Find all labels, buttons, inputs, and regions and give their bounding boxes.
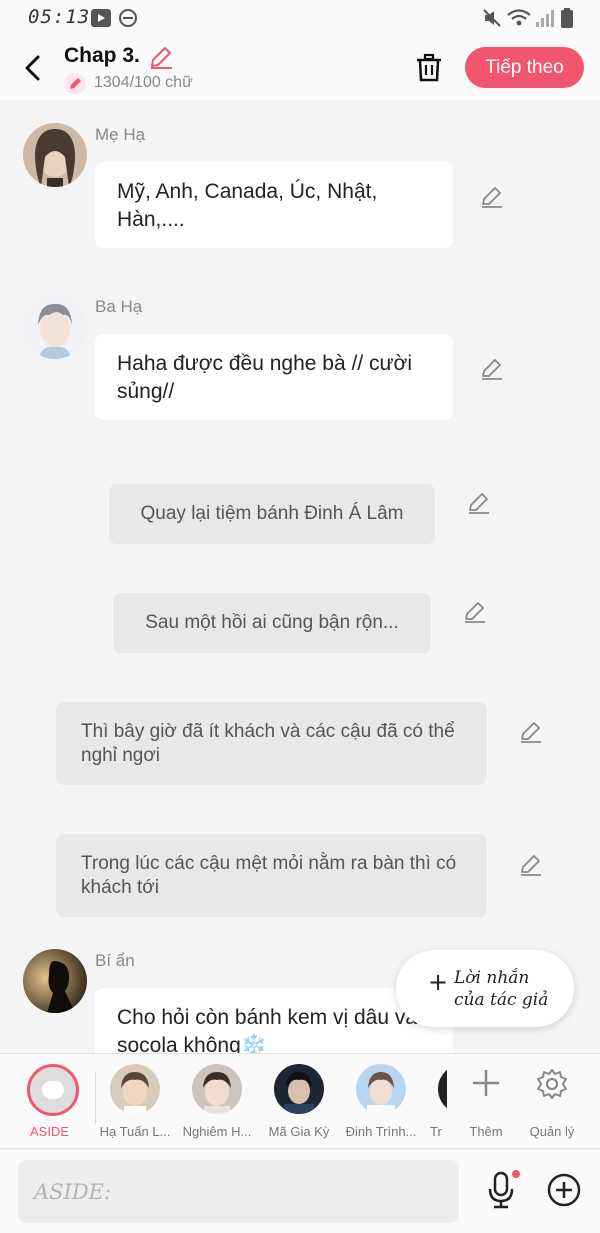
chat-bubble[interactable]: Haha được đều nghe bà // cười sủng// — [95, 334, 453, 420]
aside-button[interactable] — [27, 1064, 79, 1116]
character-name: Nghiêm H... — [182, 1124, 252, 1139]
add-circle-icon[interactable] — [546, 1172, 582, 1208]
edit-pencil-icon[interactable] — [479, 185, 505, 211]
word-count-pencil-icon — [64, 73, 86, 95]
narration-bubble[interactable]: Thì bây giờ đã ít khách và các cậu đã có… — [56, 702, 487, 785]
character-avatar — [438, 1064, 447, 1114]
input-placeholder: ASIDE: — [34, 1180, 112, 1204]
narration-bubble[interactable]: Quay lại tiệm bánh Đinh Á Lâm — [109, 484, 435, 544]
edit-pencil-icon[interactable] — [462, 600, 488, 626]
character-item[interactable]: Nghiêm H... — [177, 1064, 257, 1144]
character-item[interactable]: Hạ Tuấn L... — [95, 1064, 175, 1144]
character-item[interactable]: Tr — [423, 1064, 447, 1144]
manage-button[interactable]: Quản lý — [519, 1066, 585, 1146]
character-name: Mã Gia Kỳ — [268, 1124, 330, 1139]
character-avatar — [356, 1064, 406, 1114]
word-count: 1304/100 chữ — [94, 74, 193, 91]
trash-icon[interactable] — [414, 52, 444, 84]
avatar-ba-ha[interactable] — [23, 295, 87, 359]
chapter-header: Chap 3. 1304/100 chữ Tiếp theo — [0, 36, 600, 100]
edit-pencil-icon[interactable] — [518, 720, 544, 746]
edit-pencil-icon[interactable] — [518, 853, 544, 879]
back-arrow-icon[interactable] — [20, 52, 50, 84]
next-button[interactable]: Tiếp theo — [465, 47, 584, 88]
character-avatar — [192, 1064, 242, 1114]
input-bar: ASIDE: — [0, 1150, 600, 1233]
signal-icon — [536, 10, 554, 27]
chapter-title: Chap 3. — [64, 44, 140, 67]
aside-label: ASIDE — [30, 1124, 70, 1139]
edit-title-pencil-icon[interactable] — [148, 44, 174, 70]
status-time: 05:13 — [28, 6, 91, 28]
character-name: Đinh Trình... — [345, 1124, 417, 1139]
do-not-disturb-icon — [119, 9, 137, 27]
wifi-icon — [507, 9, 531, 26]
aside-chat-icon — [42, 1081, 64, 1099]
sender-name: Bí ẩn — [95, 951, 135, 970]
manage-label: Quản lý — [529, 1124, 575, 1139]
author-note-button[interactable]: + Lời nhắn của tác giả — [396, 950, 574, 1027]
message-input[interactable]: ASIDE: — [18, 1160, 459, 1223]
gear-icon — [537, 1069, 567, 1099]
narration-bubble[interactable]: Trong lúc các cậu mệt mỏi nằm ra bàn thì… — [56, 834, 487, 917]
video-app-icon — [91, 9, 111, 27]
status-bar: 05:13 — [0, 0, 600, 36]
battery-icon — [561, 8, 573, 28]
sender-name: Ba Hạ — [95, 297, 143, 316]
add-character-button[interactable]: Thêm — [453, 1066, 519, 1146]
mute-icon — [483, 9, 501, 27]
author-note-label: của tác giả — [454, 990, 549, 1010]
avatar-bi-an[interactable] — [23, 949, 87, 1013]
add-label: Thêm — [469, 1124, 503, 1139]
microphone-icon[interactable] — [484, 1170, 520, 1210]
avatar-me-ha[interactable] — [23, 123, 87, 187]
character-bar: ASIDE Hạ Tuấn L... Nghiêm H... Mã Gia Kỳ… — [0, 1053, 600, 1149]
narration-bubble[interactable]: Sau một hồi ai cũng bận rộn... — [113, 593, 431, 653]
plus-icon — [473, 1070, 499, 1096]
character-avatar — [274, 1064, 324, 1114]
character-name: Hạ Tuấn L... — [99, 1124, 171, 1139]
edit-pencil-icon[interactable] — [466, 491, 492, 517]
character-name: Tr — [430, 1124, 442, 1139]
character-item[interactable]: Mã Gia Kỳ — [259, 1064, 339, 1144]
character-item[interactable]: Đinh Trình... — [341, 1064, 421, 1144]
character-avatar — [110, 1064, 160, 1114]
chat-bubble[interactable]: Mỹ, Anh, Canada, Úc, Nhật, Hàn,.... — [95, 162, 453, 248]
edit-pencil-icon[interactable] — [479, 357, 505, 383]
plus-icon: + — [428, 968, 449, 996]
sender-name: Mẹ Hạ — [95, 125, 146, 144]
author-note-label: Lời nhắn — [454, 968, 530, 988]
